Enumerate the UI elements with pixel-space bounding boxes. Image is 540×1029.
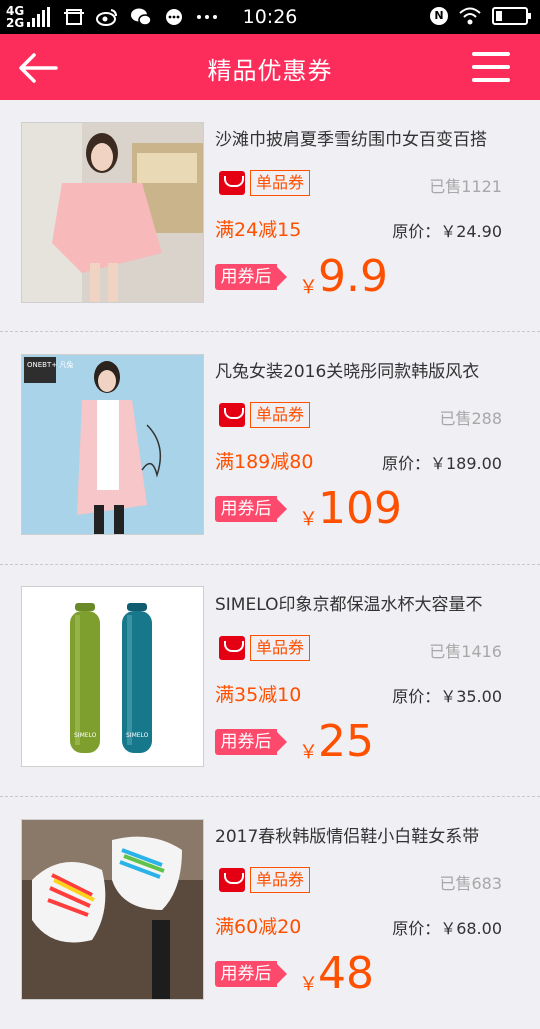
page-title: 精品优惠券 (207, 57, 333, 85)
brand-logo-text: ONEBT+ 凡兔 (27, 360, 73, 369)
wifi-icon (459, 7, 481, 25)
bottle-brand-label: SIMELO (126, 732, 149, 739)
tmall-icon (219, 403, 245, 427)
product-item[interactable]: 沙滩巾披肩夏季雪纺围巾女百变百搭 单品券 已售1121 满24减15 原价：￥2… (0, 100, 540, 332)
tmall-icon (219, 171, 245, 195)
original-price: 原价：￥35.00 (392, 687, 502, 706)
product-image[interactable] (21, 819, 204, 1000)
product-name[interactable]: 沙滩巾披肩夏季雪纺围巾女百变百搭 (215, 125, 515, 150)
currency-symbol: ￥ (299, 508, 319, 530)
menu-icon[interactable] (472, 50, 510, 84)
after-coupon-tag: 用券后 (215, 729, 287, 755)
battery-icon (492, 7, 531, 25)
tmall-icon (219, 636, 245, 660)
product-name[interactable]: 凡兔女装2016关晓彤同款韩版风衣 (215, 357, 515, 382)
product-image[interactable] (21, 122, 204, 303)
coupon-badge: 单品券 (250, 402, 311, 428)
sold-count: 已售683 (439, 874, 502, 893)
original-price: 原价：￥189.00 (382, 454, 502, 473)
product-item[interactable]: SIMELO SIMELO SIMELO印象京都保温水杯大容量不 单品券 已售1… (0, 565, 540, 797)
product-image[interactable]: SIMELO SIMELO (21, 586, 204, 767)
coupon-badge: 单品券 (250, 635, 311, 661)
coupon-rule: 满60减20 (215, 916, 302, 938)
currency-symbol: ￥ (299, 973, 319, 995)
product-name[interactable]: 2017春秋韩版情侣鞋小白鞋女系带 (215, 822, 515, 847)
sold-count: 已售1416 (429, 642, 502, 661)
sold-count: 已售1121 (429, 177, 502, 196)
app-header: 精品优惠券 (0, 34, 540, 100)
currency-symbol: ￥ (299, 276, 319, 298)
coupon-rule: 满24减15 (215, 219, 302, 241)
coupon-rule: 满189减80 (215, 451, 314, 473)
coupon-price: 109 (318, 483, 402, 534)
coupon-badge: 单品券 (250, 867, 311, 893)
coupon-price: 9.9 (318, 251, 388, 302)
after-coupon-tag: 用券后 (215, 496, 287, 522)
coupon-price: 25 (318, 716, 374, 767)
product-image[interactable]: ONEBT+ 凡兔 (21, 354, 204, 535)
original-price: 原价：￥24.90 (392, 222, 502, 241)
coupon-rule: 满35减10 (215, 684, 302, 706)
sold-count: 已售288 (439, 409, 502, 428)
coupon-price: 48 (318, 948, 374, 999)
tmall-icon (219, 868, 245, 892)
original-price: 原价：￥68.00 (392, 919, 502, 938)
nfc-icon: N (430, 7, 448, 25)
after-coupon-tag: 用券后 (215, 961, 287, 987)
bottle-brand-label: SIMELO (74, 732, 97, 739)
after-coupon-tag: 用券后 (215, 264, 287, 290)
product-name[interactable]: SIMELO印象京都保温水杯大容量不 (215, 590, 515, 615)
status-bar: 4G 2G 10:26 N (0, 0, 540, 34)
coupon-badge: 单品券 (250, 170, 311, 196)
product-item[interactable]: ONEBT+ 凡兔 凡兔女装2016关晓彤同款韩版风衣 单品券 已售288 满1… (0, 332, 540, 564)
currency-symbol: ￥ (299, 741, 319, 763)
product-item[interactable]: 2017春秋韩版情侣鞋小白鞋女系带 单品券 已售683 满60减20 原价：￥6… (0, 797, 540, 1029)
